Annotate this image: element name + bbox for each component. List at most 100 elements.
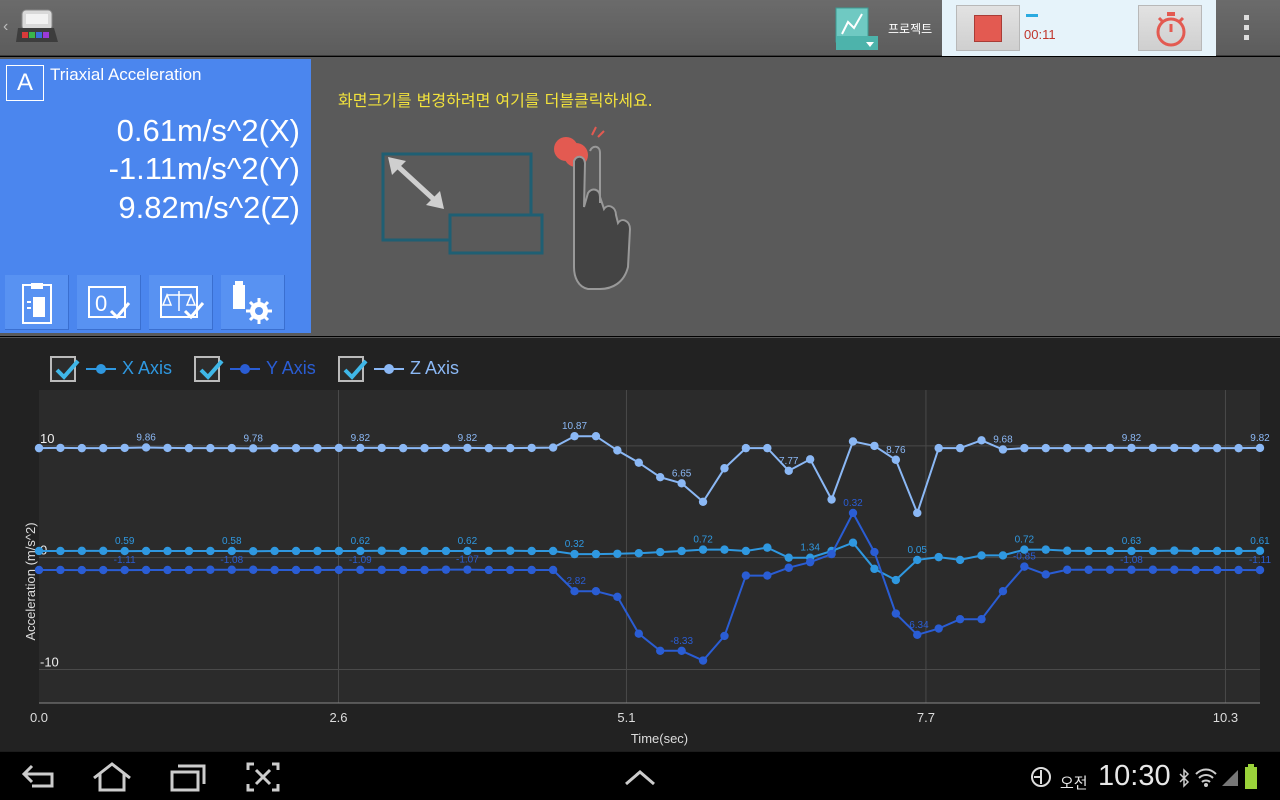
- data-point: [463, 565, 472, 574]
- data-point: [291, 565, 301, 575]
- data-point: [77, 546, 87, 556]
- back-icon[interactable]: [22, 762, 56, 792]
- data-point: [141, 565, 151, 575]
- data-point: [1234, 565, 1243, 575]
- data-point: [463, 443, 472, 453]
- acceleration-chart[interactable]: 0.0 2.6 5.1 7.7 10.3100-10Time(sec)Accelerat…: [0, 338, 1280, 752]
- data-point: [848, 508, 858, 518]
- data-point: [484, 565, 494, 575]
- stop-icon: [974, 15, 1002, 42]
- data-point: [891, 575, 901, 585]
- data-label: 9.82: [1250, 433, 1270, 444]
- data-label: 1.34: [800, 543, 820, 554]
- recording-indicator: [1026, 14, 1038, 17]
- data-point: [1212, 546, 1222, 556]
- data-point: [548, 565, 558, 575]
- data-point: [398, 443, 408, 453]
- data-point: [420, 565, 429, 575]
- data-point: [77, 443, 87, 453]
- data-point: [441, 546, 451, 556]
- data-point: [34, 546, 44, 556]
- data-point: [1234, 546, 1243, 556]
- data-point: [1148, 443, 1158, 453]
- data-label: -8.33: [670, 636, 693, 647]
- data-label: 0.61: [1250, 536, 1270, 547]
- data-point: [506, 546, 515, 555]
- data-point: [56, 546, 65, 556]
- data-point: [527, 565, 536, 575]
- settings-button[interactable]: [221, 275, 285, 330]
- clipboard-icon: [22, 283, 52, 324]
- data-point: [1212, 565, 1222, 575]
- y-tick-label: -10: [40, 654, 59, 669]
- x-tick-label: 0.0: [30, 710, 48, 725]
- chart-panel[interactable]: X Axis Y Axis Z Axis 0.0 2.6 5.1 7.7 10.3 10 0…: [0, 337, 1280, 751]
- data-point: [420, 443, 429, 453]
- up-chevron-icon[interactable]: [624, 762, 656, 792]
- data-point: [1063, 443, 1072, 453]
- y-tick-label: 10: [40, 431, 54, 446]
- data-point: [141, 443, 151, 452]
- data-label: 7.77: [779, 456, 799, 467]
- data-point: [527, 443, 536, 453]
- data-point: [1148, 546, 1158, 556]
- sensor-device-icon[interactable]: [12, 6, 60, 50]
- data-point: [270, 546, 279, 556]
- data-point: [1255, 546, 1265, 556]
- overflow-menu-icon[interactable]: [1244, 15, 1250, 41]
- data-point: [613, 446, 622, 455]
- back-chevron-icon[interactable]: ‹: [3, 18, 8, 36]
- data-point: [1020, 443, 1029, 453]
- data-point: [34, 565, 44, 575]
- resize-gesture-illustration: [381, 126, 632, 290]
- balance-check-icon: [160, 286, 205, 320]
- project-icon[interactable]: [834, 4, 880, 52]
- data-point: [634, 458, 643, 467]
- data-point: [634, 549, 643, 558]
- clipboard-button[interactable]: [5, 275, 69, 330]
- recent-apps-icon[interactable]: [170, 762, 206, 792]
- data-point: [913, 630, 922, 640]
- data-point: [1148, 565, 1158, 574]
- data-point: [591, 431, 601, 441]
- data-point: [99, 565, 108, 575]
- data-point: [1084, 546, 1093, 556]
- data-point: [506, 443, 515, 453]
- calibrate-button[interactable]: [149, 275, 213, 330]
- recording-panel: 00:11: [942, 0, 1216, 56]
- data-label: -1.09: [349, 555, 372, 566]
- data-point: [163, 546, 172, 556]
- data-point: [398, 565, 408, 575]
- data-point: [1170, 546, 1179, 555]
- project-label[interactable]: 프로젝트: [888, 20, 932, 37]
- timer-button[interactable]: [1138, 5, 1202, 51]
- data-point: [955, 555, 965, 565]
- data-point: [1084, 443, 1093, 453]
- data-point: [184, 565, 194, 575]
- x-tick-label: 5.1: [617, 710, 635, 725]
- status-area: 오전 10:30: [1030, 760, 1270, 794]
- data-point: [441, 443, 451, 453]
- data-point: [377, 443, 386, 453]
- sensor-area[interactable]: A Triaxial Acceleration 0.61m/s^2(X) -1.…: [0, 57, 1280, 336]
- data-point: [998, 587, 1008, 596]
- data-point: [420, 546, 429, 556]
- stop-button[interactable]: [956, 5, 1020, 51]
- data-point: [249, 565, 258, 574]
- data-point: [784, 466, 793, 476]
- data-point: [1127, 565, 1136, 574]
- screenshot-icon[interactable]: [246, 762, 280, 792]
- data-point: [1084, 565, 1093, 574]
- data-point: [334, 443, 344, 453]
- data-point: [184, 443, 194, 453]
- stopwatch-icon: [1156, 12, 1186, 47]
- zero-button[interactable]: 0: [77, 275, 141, 330]
- sensor-card[interactable]: A Triaxial Acceleration 0.61m/s^2(X) -1.…: [0, 59, 311, 333]
- data-point: [570, 549, 579, 559]
- data-label: 0.58: [222, 536, 242, 547]
- data-point: [56, 565, 65, 575]
- data-point: [570, 431, 579, 441]
- elapsed-time: 00:11: [1024, 27, 1056, 42]
- home-icon[interactable]: [92, 762, 132, 792]
- data-label: 0.62: [458, 536, 478, 547]
